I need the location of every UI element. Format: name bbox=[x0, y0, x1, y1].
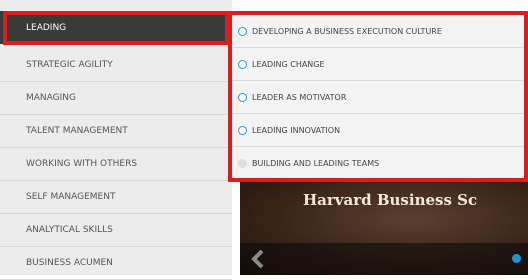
menu-item-label: STRATEGIC AGILITY bbox=[26, 60, 113, 70]
submenu-item-business-execution-culture[interactable]: DEVELOPING A BUSINESS EXECUTION CULTURE bbox=[232, 15, 524, 48]
radio-filled-icon bbox=[238, 159, 247, 168]
menu-item-managing[interactable]: MANAGING bbox=[0, 82, 232, 115]
menu-item-working-with-others[interactable]: WORKING WITH OTHERS bbox=[0, 148, 232, 181]
submenu-item-leading-change[interactable]: LEADING CHANGE bbox=[232, 48, 524, 81]
radio-empty-icon bbox=[238, 59, 247, 69]
submenu-item-label: LEADING CHANGE bbox=[252, 59, 325, 69]
submenu-item-leading-innovation[interactable]: LEADING INNOVATION bbox=[232, 114, 524, 147]
radio-empty-icon bbox=[238, 26, 247, 36]
hero-banner: Harvard Business Sc bbox=[240, 182, 528, 275]
menu-item-label: MANAGING bbox=[26, 93, 76, 103]
menu-item-label: BUSINESS ACUMEN bbox=[26, 258, 113, 268]
menu-item-business-acumen[interactable]: BUSINESS ACUMEN bbox=[0, 247, 232, 280]
submenu-item-label: LEADING INNOVATION bbox=[252, 125, 341, 135]
menu-item-label: SELF MANAGEMENT bbox=[26, 192, 116, 202]
radio-empty-icon bbox=[238, 92, 247, 102]
menu-item-label: ANALYTICAL SKILLS bbox=[26, 225, 113, 235]
menu-item-label: TALENT MANAGEMENT bbox=[26, 126, 128, 136]
chevron-left-icon[interactable] bbox=[250, 249, 266, 269]
menu-item-talent-management[interactable]: TALENT MANAGEMENT bbox=[0, 115, 232, 148]
submenu-item-building-leading-teams[interactable]: BUILDING AND LEADING TEAMS bbox=[232, 147, 524, 180]
menu-item-label: WORKING WITH OTHERS bbox=[26, 159, 138, 169]
menu-item-leading[interactable]: LEADING bbox=[0, 11, 232, 44]
submenu-item-label: BUILDING AND LEADING TEAMS bbox=[252, 159, 380, 168]
menu-item-strategic-agility[interactable]: STRATEGIC AGILITY bbox=[0, 49, 232, 82]
radio-empty-icon bbox=[238, 125, 247, 135]
submenu-item-label: DEVELOPING A BUSINESS EXECUTION CULTURE bbox=[252, 26, 442, 36]
banner-title: Harvard Business Sc bbox=[303, 191, 478, 209]
carousel-dot-icon[interactable] bbox=[512, 254, 521, 263]
menu-item-self-management[interactable]: SELF MANAGEMENT bbox=[0, 181, 232, 214]
submenu-item-leader-as-motivator[interactable]: LEADER AS MOTIVATOR bbox=[232, 81, 524, 114]
carousel-controls bbox=[240, 243, 528, 275]
leading-submenu: DEVELOPING A BUSINESS EXECUTION CULTURE … bbox=[228, 11, 528, 182]
menu-item-analytical-skills[interactable]: ANALYTICAL SKILLS bbox=[0, 214, 232, 247]
left-menu: LEADING STRATEGIC AGILITY MANAGING TALEN… bbox=[0, 0, 232, 280]
menu-item-label: LEADING bbox=[26, 22, 67, 33]
submenu-item-label: LEADER AS MOTIVATOR bbox=[252, 92, 347, 102]
